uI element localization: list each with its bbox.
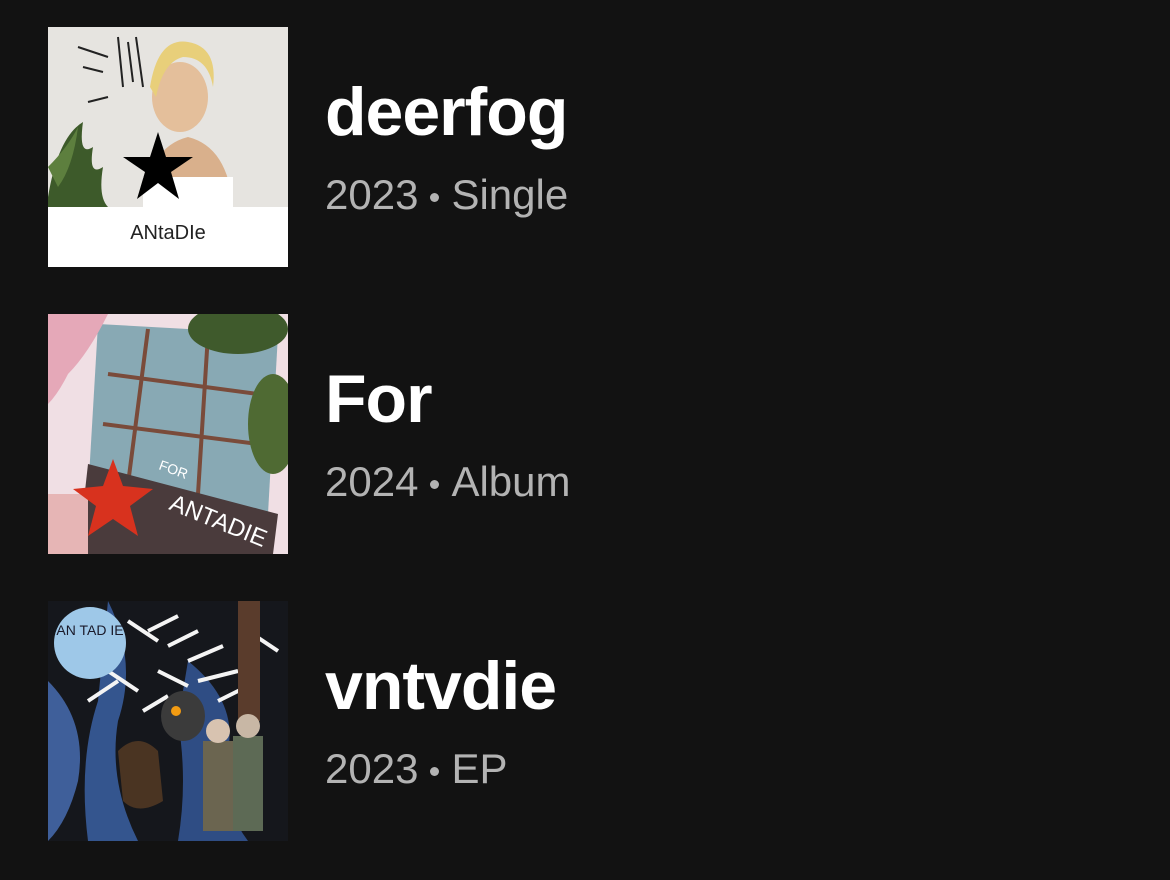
release-row-for[interactable]: FOR ANTADIE For 2024 Album xyxy=(48,314,1148,554)
cover-label: ANtaDIe xyxy=(130,222,206,244)
release-subtitle: 2024 Album xyxy=(325,461,571,503)
separator-dot xyxy=(430,192,440,202)
release-row-deerfog[interactable]: ANtaDIe deerfog 2023 Single xyxy=(48,27,1148,267)
cover-label: AN TAD IE xyxy=(56,622,123,638)
release-type: EP xyxy=(451,745,508,792)
album-cover-art: FOR ANTADIE xyxy=(48,314,288,554)
release-subtitle: 2023 Single xyxy=(325,174,568,216)
release-year: 2023 xyxy=(325,171,419,218)
release-subtitle: 2023 EP xyxy=(325,748,556,790)
release-year: 2024 xyxy=(325,458,419,505)
release-meta: For 2024 Album xyxy=(325,365,571,503)
release-year: 2023 xyxy=(325,745,419,792)
release-type: Album xyxy=(451,458,571,505)
album-cover-art: AN TAD IE xyxy=(48,601,288,841)
release-meta: vntvdie 2023 EP xyxy=(325,648,557,790)
album-cover-art: ANtaDIe xyxy=(48,27,288,267)
album-cover[interactable]: AN TAD IE xyxy=(48,601,288,841)
release-title: deerfog xyxy=(325,74,568,150)
album-cover[interactable]: ANtaDIe xyxy=(48,27,288,267)
release-row-vntvdie[interactable]: AN TAD IE vntvdie 2023 EP xyxy=(48,601,1148,841)
release-title: vntvdie xyxy=(325,648,557,724)
release-list: ANtaDIe deerfog 2023 Single FOR ANTADIE … xyxy=(0,0,1170,880)
release-type: Single xyxy=(451,171,569,218)
album-cover[interactable]: FOR ANTADIE xyxy=(48,314,288,554)
release-meta: deerfog 2023 Single xyxy=(325,78,568,216)
release-title: For xyxy=(325,361,433,437)
separator-dot xyxy=(430,479,440,489)
separator-dot xyxy=(430,766,440,776)
